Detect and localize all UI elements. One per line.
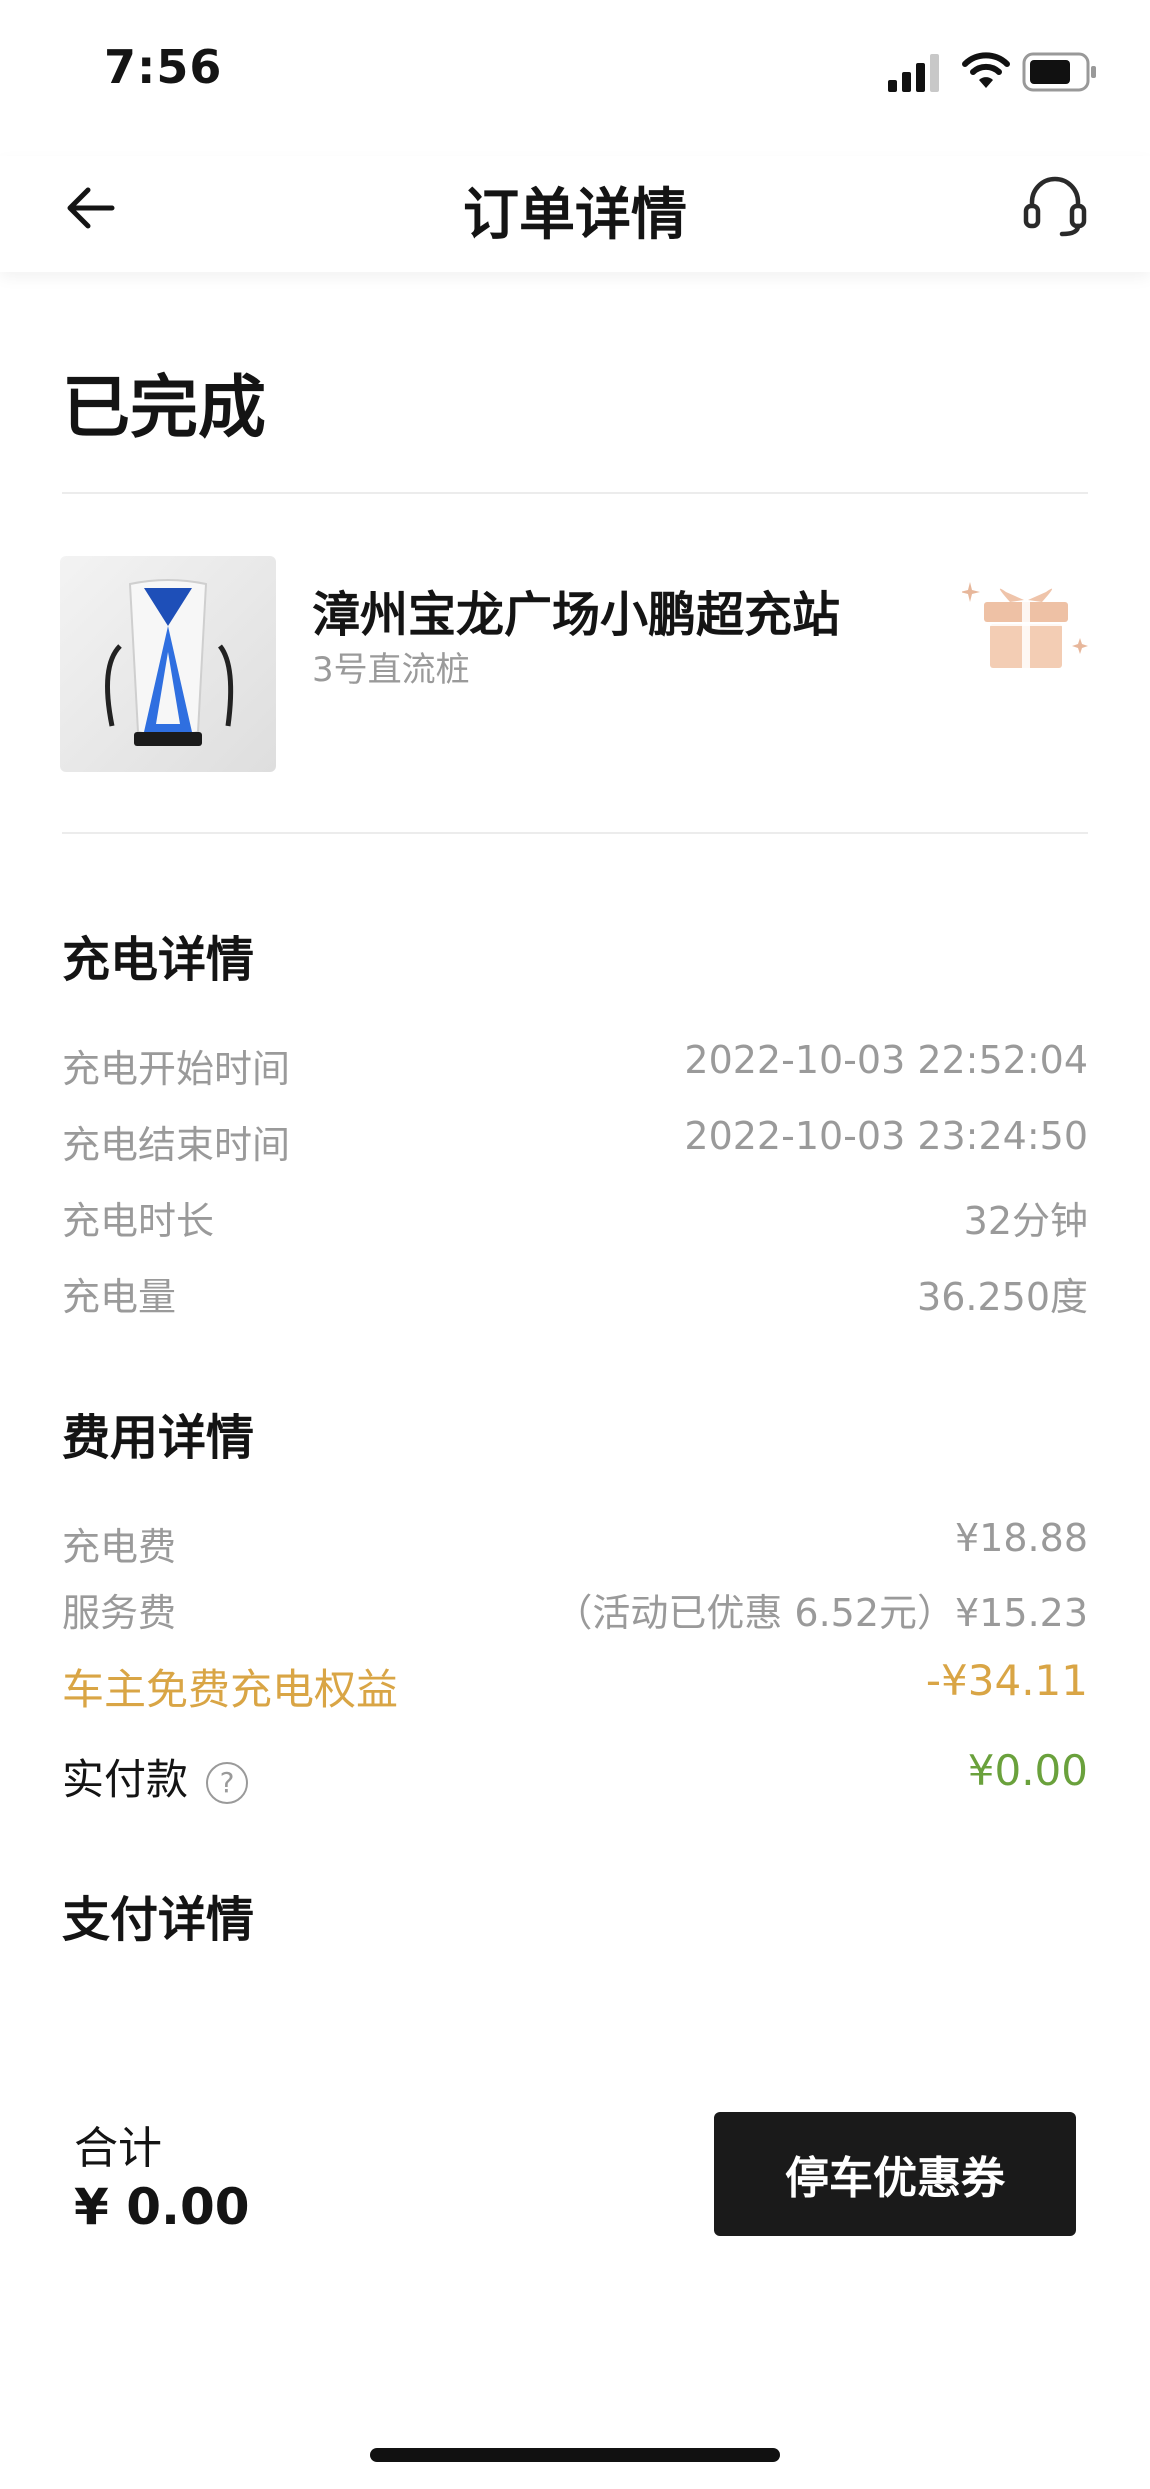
charging-details-title: 充电详情 (62, 932, 255, 988)
home-indicator[interactable] (370, 2448, 780, 2462)
row-label: 实付款? (62, 1746, 249, 1807)
fee-details-title: 费用详情 (62, 1410, 255, 1466)
row-value: ¥18.88 (955, 1516, 1088, 1560)
row-label: 充电时长 (62, 1199, 215, 1243)
row-value: （活动已优惠 6.52元）¥15.23 (554, 1591, 1088, 1635)
charger-pile-icon (105, 579, 234, 746)
wifi-icon (962, 52, 1010, 88)
station-name: 漳州宝龙广场小鹏超充站 (312, 587, 841, 643)
row-label: 充电费 (62, 1525, 177, 1569)
parking-coupon-button[interactable]: 停车优惠券 (714, 2112, 1076, 2236)
row-label: 车主免费充电权益 (62, 1665, 399, 1714)
help-icon[interactable]: ? (206, 1761, 249, 1804)
row-value: 32分钟 (963, 1199, 1088, 1243)
battery-icon (1022, 52, 1096, 92)
total-label: 合计 (74, 2123, 162, 2174)
paid-label: 实付款 (62, 1755, 189, 1804)
divider (62, 492, 1088, 494)
row-label: 充电量 (62, 1275, 177, 1319)
payment-details-title: 支付详情 (62, 1892, 255, 1948)
row-value: 2022-10-03 23:24:50 (684, 1114, 1088, 1158)
charger-image (60, 556, 276, 772)
total-amount: ¥ 0.00 (74, 2178, 250, 2236)
row-value: 2022-10-03 22:52:04 (684, 1038, 1088, 1082)
row-value: -¥34.11 (925, 1656, 1088, 1705)
charger-pile-number: 3号直流桩 (312, 650, 470, 690)
row-label: 充电开始时间 (62, 1047, 291, 1091)
row-label: 服务费 (62, 1591, 177, 1635)
gift-icon[interactable] (962, 578, 1090, 672)
status-time: 7:56 (104, 40, 223, 94)
customer-service-icon[interactable] (1020, 174, 1090, 238)
row-label: 充电结束时间 (62, 1123, 291, 1167)
page-title: 订单详情 (463, 183, 687, 248)
row-value: 36.250度 (917, 1275, 1088, 1319)
divider (62, 832, 1088, 834)
cellular-signal-icon (888, 54, 939, 92)
row-value: ¥0.00 (967, 1746, 1088, 1795)
order-status: 已完成 (62, 369, 267, 448)
